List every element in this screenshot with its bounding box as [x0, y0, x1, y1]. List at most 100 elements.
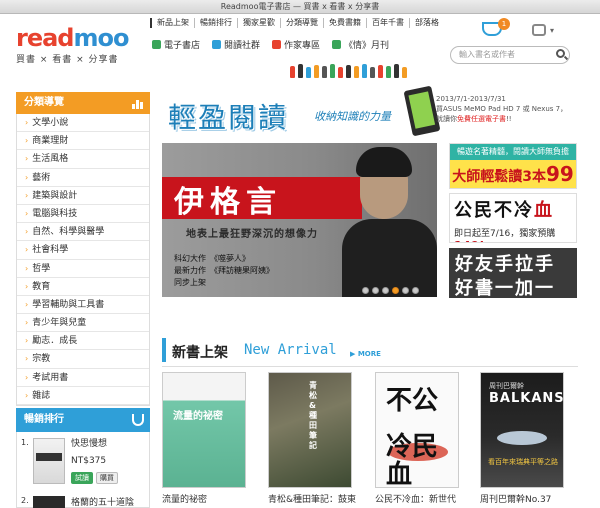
carousel-dot[interactable] [372, 287, 379, 294]
category-label: 自然、科學與醫學 [32, 227, 105, 238]
readmoo-logo[interactable]: readmoo 買書 × 看書 × 分享書 [16, 26, 140, 70]
magazine-icon [332, 40, 342, 49]
book-title[interactable]: 公民不冷血：新世代 [375, 492, 471, 505]
category-label: 商業理財 [32, 136, 69, 147]
top-nav: 新品上架 暢銷排行 獨家星歡 分類導覽 免費書籍 百年千書 部落格 [150, 18, 444, 28]
rank-number: 1. [21, 438, 29, 447]
book-cover[interactable]: 青松&種田筆記 [268, 372, 352, 488]
fish-illustration [497, 431, 547, 445]
category-item[interactable]: › 雜誌 [17, 387, 149, 405]
rank-book-title[interactable]: 格蘭的五十道陰 [71, 495, 134, 508]
category-item[interactable]: › 勵志．成長 [17, 332, 149, 351]
hero-info-line: 同步上架 [174, 278, 206, 287]
ad-citizen[interactable]: 公民不冷血 即日起至7/16，獨家預購149! [449, 193, 577, 243]
hero-info-line: 科幻大作 《噬夢人》 [174, 254, 250, 263]
category-heading: 分類導覽 [16, 92, 150, 114]
channel-ebookstore[interactable]: 電子書店 [152, 38, 200, 51]
nav-exclusive[interactable]: 獨家星歡 [237, 18, 280, 28]
nav-new[interactable]: 新品上架 [150, 18, 194, 28]
nav-century[interactable]: 百年千書 [366, 18, 409, 28]
ranking-list: 1. 快思慢想 NT$375 試讀 購買 2. 格蘭的五十道陰 [16, 432, 150, 508]
chevron-right-icon: › [25, 190, 29, 200]
chevron-down-icon[interactable]: ▾ [550, 26, 554, 35]
slogan-main: 輕盈閱讀 [168, 101, 289, 134]
cover-title: 流量的祕密 [173, 411, 223, 422]
carousel-dots [362, 287, 419, 294]
category-label: 文學小說 [32, 118, 69, 128]
book-cover[interactable]: 流量的祕密 [162, 372, 246, 488]
hero-info: 科幻大作 《噬夢人》 最新力作 《拜訪糖果阿姨》 同步上架 [174, 253, 274, 289]
ad2-sub: 即日起至7/16，獨家預購149! [454, 229, 556, 242]
category-item[interactable]: › 藝術 [17, 169, 149, 187]
section-divider [162, 366, 578, 367]
promo-text[interactable]: 2013/7/1-2013/7/31 買ASUS MeMO Pad HD 7 或… [436, 94, 576, 124]
chevron-right-icon: › [25, 354, 29, 364]
chevron-right-icon: › [25, 118, 29, 127]
category-item[interactable]: › 文學小說 [17, 114, 149, 133]
category-item[interactable]: › 自然、科學與醫學 [17, 223, 149, 242]
chevron-right-icon: › [25, 318, 29, 328]
trophy-icon [132, 414, 144, 426]
nav-free[interactable]: 免費書籍 [323, 18, 366, 28]
ad-masters[interactable]: 暢遊名著精髓，閱讀大師無負擔 大師輕鬆讀3本99元 [449, 143, 577, 189]
member-icon[interactable] [532, 24, 546, 36]
window-title: Readmoo電子書店 — 買書 x 看書 x 分享書 [0, 0, 600, 14]
category-item[interactable]: › 青少年與兒童 [17, 314, 149, 333]
book-title[interactable]: 周刊巴爾幹No.37 [480, 492, 576, 505]
pen-icon [272, 40, 282, 49]
logo-word-a: read [16, 24, 74, 52]
promo-line1: 買ASUS MeMO Pad HD 7 或 Nexus 7， [436, 105, 568, 113]
channel-label: 電子書店 [164, 41, 201, 51]
category-item[interactable]: › 考試用書 [17, 369, 149, 387]
channel-magazine[interactable]: 《情》月刊 [332, 38, 389, 51]
book-title[interactable]: 流量的祕密 [162, 492, 258, 505]
book-cover[interactable] [33, 496, 65, 508]
hero-carousel[interactable]: 伊格言 地表上最狂野深沉的想像力 科幻大作 《噬夢人》 最新力作 《拜訪糖果阿姨… [162, 143, 437, 297]
chevron-right-icon: › [25, 154, 29, 164]
category-item[interactable]: › 社會科學 [17, 241, 149, 260]
decorative-figures [290, 60, 410, 78]
carousel-dot[interactable] [412, 287, 419, 294]
category-item[interactable]: › 生活風格 [17, 150, 149, 169]
rank-book-price: NT$375 [71, 456, 107, 466]
more-link[interactable]: ▶ MORE [350, 350, 381, 358]
chevron-right-icon: › [25, 372, 29, 382]
ranking-heading-label: 暢銷排行 [24, 414, 64, 425]
buy-button[interactable]: 購買 [96, 472, 118, 484]
category-item[interactable]: › 宗教 [17, 350, 149, 369]
channel-authors[interactable]: 作家專區 [272, 38, 320, 51]
chevron-right-icon: › [25, 245, 29, 255]
channel-label: 《情》月刊 [344, 41, 390, 51]
cover-title: BALKANS [489, 391, 564, 406]
category-label: 電腦與科技 [32, 208, 78, 219]
category-item[interactable]: › 哲學 [17, 260, 149, 278]
search-input[interactable]: 輸入書名或作者 [450, 46, 570, 64]
promo-line2: 就讀你免費任選電子書!! [436, 115, 512, 123]
category-label: 考試用書 [32, 372, 69, 383]
rank-book-title[interactable]: 快思慢想 [71, 436, 107, 449]
nav-bestseller[interactable]: 暢銷排行 [194, 18, 237, 28]
carousel-dot-active[interactable] [392, 287, 399, 294]
book-cover[interactable]: 周刊巴爾幹 BALKANS 看百年來瑞典平等之路 [480, 372, 564, 488]
category-item[interactable]: › 商業理財 [17, 132, 149, 151]
try-read-button[interactable]: 試讀 [71, 472, 93, 484]
category-item[interactable]: › 學習輔助與工具書 [17, 296, 149, 315]
nav-blog[interactable]: 部落格 [409, 18, 444, 28]
channel-community[interactable]: 閱讀社群 [212, 38, 260, 51]
hero-author-name: 伊格言 [174, 185, 282, 220]
carousel-dot[interactable] [382, 287, 389, 294]
search-icon[interactable] [556, 49, 565, 58]
category-item[interactable]: › 電腦與科技 [17, 205, 149, 224]
carousel-dot[interactable] [402, 287, 409, 294]
nav-categories[interactable]: 分類導覽 [280, 18, 323, 28]
book-cover[interactable] [33, 438, 65, 484]
book-cover[interactable]: 不公 冷民血 [375, 372, 459, 488]
ranking-heading: 暢銷排行 [16, 408, 150, 432]
category-item[interactable]: › 教育 [17, 278, 149, 296]
carousel-dot[interactable] [362, 287, 369, 294]
ad-friends[interactable]: 好友手拉手 好書一加一 [449, 248, 577, 298]
chevron-right-icon: › [25, 136, 29, 146]
category-label: 哲學 [32, 263, 51, 274]
book-title[interactable]: 青松&種田筆記：鼓東 [268, 492, 364, 505]
category-item[interactable]: › 建築與設計 [17, 187, 149, 205]
